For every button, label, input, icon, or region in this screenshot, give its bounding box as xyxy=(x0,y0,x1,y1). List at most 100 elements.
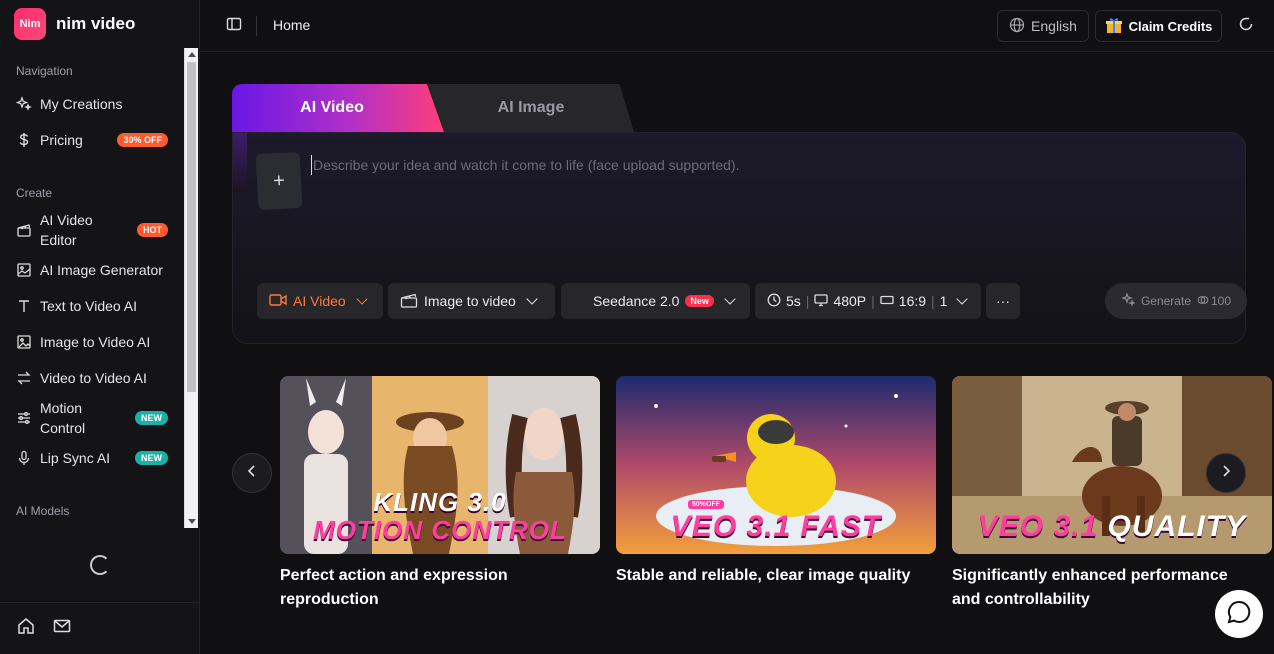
sidebar-item-text-to-video[interactable]: Text to Video AI xyxy=(0,288,184,324)
claim-credits-label: Claim Credits xyxy=(1128,18,1213,34)
generate-label: Generate xyxy=(1140,294,1191,308)
clapperboard-icon xyxy=(400,292,418,311)
language-label: English xyxy=(1031,18,1077,34)
composer-glow xyxy=(233,133,247,193)
sidebar-item-label: Video to Video AI xyxy=(40,370,147,386)
monitor-icon xyxy=(814,293,829,310)
sidebar-scrollbar[interactable] xyxy=(184,48,198,528)
scroll-up-arrow[interactable] xyxy=(188,52,196,57)
chevron-down-icon xyxy=(724,293,736,305)
more-options-button[interactable]: ··· xyxy=(986,283,1020,319)
card-overlay-text: KLING 3.0 MOTION CONTROL xyxy=(280,488,600,544)
card-title: Significantly enhanced performance and c… xyxy=(952,567,1228,608)
sidebar-toggle-button[interactable] xyxy=(224,16,244,36)
text-icon xyxy=(16,298,32,314)
separator: | xyxy=(931,293,935,309)
hot-badge: HOT xyxy=(137,223,168,237)
sidebar-item-label: Lip Sync AI xyxy=(40,450,111,466)
panel-toggle-icon xyxy=(226,16,242,37)
overlay-white-text: QUALITY xyxy=(1107,510,1247,543)
plus-icon: + xyxy=(272,169,286,192)
sidebar-item-image-to-video[interactable]: Image to Video AI xyxy=(0,324,184,360)
claim-credits-button[interactable]: Claim Credits xyxy=(1095,10,1222,42)
sidebar-item-lip-sync[interactable]: Lip Sync AI NEW xyxy=(0,440,184,476)
separator: | xyxy=(871,293,875,309)
gift-icon xyxy=(1105,16,1123,37)
globe-icon xyxy=(1009,17,1025,36)
model-dropdown[interactable]: Seedance 2.0 New xyxy=(561,283,750,319)
tab-ai-video[interactable]: AI Video xyxy=(232,84,444,132)
sidebar: Nim nim video Navigation My Creations Pr… xyxy=(0,0,200,654)
sidebar-footer xyxy=(0,602,200,654)
new-badge: NEW xyxy=(135,451,168,465)
section-label-create: Create xyxy=(16,186,53,200)
sidebar-item-ai-image-generator[interactable]: AI Image Generator xyxy=(0,252,184,288)
sidebar-item-motion-control[interactable]: Motion Control NEW xyxy=(0,396,184,440)
mail-icon[interactable] xyxy=(52,616,72,641)
sparkle-icon xyxy=(1121,291,1136,310)
topbar: Home English Claim Credits xyxy=(200,0,1274,52)
credits-icon xyxy=(1197,294,1209,309)
carousel-prev-button[interactable] xyxy=(232,453,272,493)
scrollbar-thumb[interactable] xyxy=(187,62,196,392)
feature-card[interactable]: KLING 3.0 MOTION CONTROL Perfect action … xyxy=(280,376,600,612)
discount-tag: 50%OFF xyxy=(688,500,725,509)
input-type-dropdown[interactable]: Image to video xyxy=(388,283,555,319)
overlay-pink-text: MOTION CONTROL xyxy=(313,515,567,545)
chevron-down-icon xyxy=(526,293,538,305)
brand-logo: Nim xyxy=(14,8,46,40)
scroll-down-arrow[interactable] xyxy=(188,519,196,524)
dollar-icon xyxy=(16,132,32,148)
card-title: Stable and reliable, clear image quality xyxy=(616,567,911,584)
mode-dropdown[interactable]: AI Video xyxy=(257,283,383,319)
swap-icon xyxy=(16,370,32,386)
overlay-pink-text: VEO 3.1 FAST xyxy=(670,510,882,543)
feature-card[interactable]: 50%OFF VEO 3.1 FAST Stable and reliable,… xyxy=(616,376,936,588)
card-overlay-text: VEO 3.1 QUALITY xyxy=(952,510,1272,544)
clock-icon xyxy=(767,293,781,310)
sidebar-item-label: Text to Video AI xyxy=(40,298,138,314)
sidebar-item-label: My Creations xyxy=(40,96,123,112)
tab-ai-image[interactable]: AI Image xyxy=(428,84,634,132)
chat-bubble-icon xyxy=(1226,599,1252,630)
section-label-navigation: Navigation xyxy=(16,64,73,78)
brand-name: nim video xyxy=(56,14,136,33)
refresh-button[interactable] xyxy=(1236,16,1256,36)
sliders-icon xyxy=(16,410,32,426)
chat-support-button[interactable] xyxy=(1215,590,1263,638)
sidebar-item-ai-video-editor[interactable]: AI Video Editor HOT xyxy=(0,208,184,252)
brand[interactable]: Nim nim video xyxy=(14,8,135,40)
sparkles-icon xyxy=(16,96,32,112)
discount-badge: 30% OFF xyxy=(117,133,168,147)
sidebar-item-pricing[interactable]: Pricing 30% OFF xyxy=(0,122,184,158)
overlay-pink-text: VEO 3.1 xyxy=(977,510,1099,543)
carousel-next-button[interactable] xyxy=(1206,453,1246,493)
resolution-value: 480P xyxy=(833,293,867,309)
prompt-composer: + AI Video Image to video Seedance 2.0 N… xyxy=(232,132,1247,344)
count-value: 1 xyxy=(939,293,948,309)
clapperboard-icon xyxy=(16,222,32,238)
upload-image-button[interactable]: + xyxy=(255,151,303,211)
mode-label: AI Video xyxy=(293,293,346,309)
language-selector[interactable]: English xyxy=(997,10,1089,42)
app-root: Nim nim video Navigation My Creations Pr… xyxy=(0,0,1274,654)
feature-card[interactable]: VEO 3.1 QUALITY Significantly enhanced p… xyxy=(952,376,1272,612)
section-label-ai-models: AI Models xyxy=(16,504,70,518)
more-icon: ··· xyxy=(996,293,1010,309)
chevron-down-icon xyxy=(356,293,368,305)
sidebar-item-video-to-video[interactable]: Video to Video AI xyxy=(0,360,184,396)
aspect-ratio-icon xyxy=(880,293,894,310)
generate-cost: 100 xyxy=(1211,294,1232,308)
aspect-ratio-value: 16:9 xyxy=(898,293,927,309)
prompt-input[interactable] xyxy=(311,155,1211,175)
sidebar-item-my-creations[interactable]: My Creations xyxy=(0,86,184,122)
card-title: Perfect action and expression reproducti… xyxy=(280,567,508,608)
generate-button[interactable]: Generate 100 xyxy=(1105,283,1247,319)
card-thumbnail: 50%OFF VEO 3.1 FAST xyxy=(616,376,936,554)
new-tag: New xyxy=(685,295,714,307)
video-settings-dropdown[interactable]: 5s | 480P | 16:9 | 1 xyxy=(755,283,981,319)
overlay-white-text: KLING 3.0 xyxy=(373,487,507,517)
breadcrumb[interactable]: Home xyxy=(273,17,310,33)
sidebar-item-label: AI Video Editor xyxy=(40,212,93,248)
home-icon[interactable] xyxy=(16,616,36,641)
